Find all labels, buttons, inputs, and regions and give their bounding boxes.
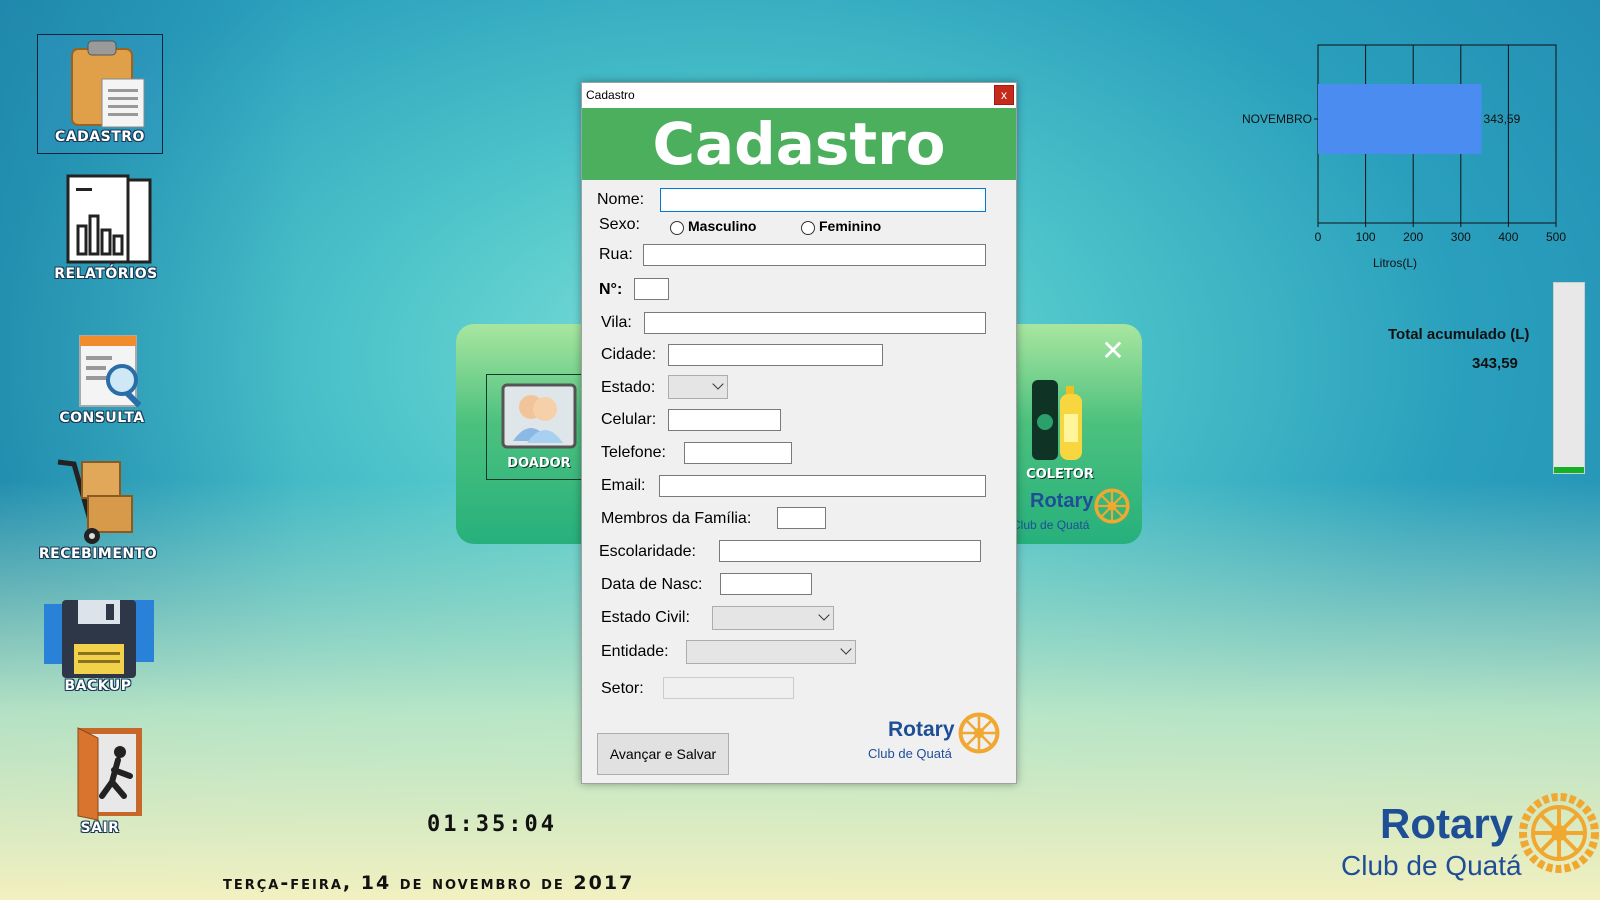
cidade-input[interactable]	[668, 344, 883, 366]
rotary-logo-name: Rotary	[1380, 800, 1514, 847]
panel-rotary-name: Rotary	[1030, 490, 1094, 512]
chart-category-label: NOVEMBRO	[1242, 112, 1312, 126]
date-display: terça-feira, 14 de novembro de 2017	[223, 872, 635, 894]
cidade-label: Cidade:	[601, 346, 657, 363]
chart-bar-novembro	[1318, 84, 1482, 154]
estado-civil-select[interactable]	[712, 606, 834, 630]
telefone-label: Telefone:	[601, 444, 666, 461]
desktop-icon-label: CADASTRO	[55, 129, 145, 145]
close-icon[interactable]: x	[994, 85, 1014, 105]
nome-input[interactable]	[660, 188, 986, 212]
escolaridade-label: Escolaridade:	[599, 543, 696, 560]
chart-x-tick-label: 100	[1356, 230, 1376, 244]
entidade-select[interactable]	[686, 640, 856, 664]
setor-label: Setor:	[601, 680, 644, 697]
estado-label: Estado:	[601, 379, 656, 396]
feminino-radio[interactable]	[801, 221, 815, 235]
rua-label: Rua:	[599, 246, 633, 263]
celular-label: Celular:	[601, 411, 657, 428]
rotary-logo: Rotary Club de Quatá	[1340, 790, 1600, 900]
desktop-icon-consulta[interactable]: CONSULTA	[40, 330, 164, 426]
numero-input[interactable]	[634, 278, 669, 300]
chart-x-tick-label: 200	[1403, 230, 1423, 244]
nome-label: Nome:	[597, 191, 645, 208]
masculino-radio[interactable]	[670, 221, 684, 235]
desktop-icon-sair[interactable]: SAIR	[38, 726, 162, 836]
desktop-icon-recebimento[interactable]: RECEBIMENTO	[36, 452, 160, 562]
clock: 01:35:04	[427, 812, 557, 837]
dialog-rotary-logo: Rotary Club de Quatá	[868, 712, 1008, 778]
dialog-window-title: Cadastro	[586, 88, 635, 102]
setor-input[interactable]	[663, 677, 794, 699]
total-accumulated-value: 343,59	[1472, 355, 1518, 372]
rua-input[interactable]	[643, 244, 986, 266]
estado-civil-label: Estado Civil:	[601, 609, 690, 626]
monthly-liters-chart: NOVEMBRO 343,59 0 100 200 300 400 500 Litros(…	[1242, 44, 1566, 270]
exit-door-icon	[50, 726, 150, 822]
chart-x-axis-label: Litros(L)	[1373, 256, 1417, 270]
chart-x-tick-label: 300	[1451, 230, 1471, 244]
rotary-wheel-icon	[1094, 488, 1130, 524]
dialog-rotary-club: Club de Quatá	[868, 746, 952, 761]
donor-icon	[501, 383, 577, 449]
panel-close-button[interactable]: ✕	[1100, 337, 1126, 365]
chart-x-tick-label: 0	[1315, 230, 1322, 244]
total-gauge	[1553, 282, 1585, 474]
telefone-input[interactable]	[684, 442, 792, 464]
coletor-button[interactable]: COLETOR	[1010, 376, 1110, 486]
avancar-salvar-button[interactable]: Avançar e Salvar	[597, 733, 729, 775]
desktop-icon-label: CONSULTA	[59, 410, 145, 426]
desktop-icon-cadastro[interactable]: CADASTRO	[37, 34, 163, 154]
nascimento-label: Data de Nasc:	[601, 576, 703, 593]
membros-input[interactable]	[777, 507, 826, 529]
oil-bottles-icon	[1032, 380, 1082, 460]
rotary-wheel-icon	[958, 712, 1000, 754]
desktop-icon-relatorios[interactable]: RELATÓRIOS	[44, 172, 168, 282]
desktop-icon-label: RECEBIMENTO	[38, 546, 158, 562]
feminino-label: Feminino	[819, 218, 882, 234]
email-input[interactable]	[659, 475, 986, 497]
numero-label: N°:	[599, 281, 623, 298]
dialog-titlebar: Cadastro x	[582, 83, 1016, 108]
desktop-icon-backup[interactable]: BACKUP	[36, 596, 160, 694]
doador-button[interactable]: DOADOR	[486, 374, 592, 480]
doador-label: DOADOR	[507, 456, 571, 471]
chevron-down-icon	[818, 609, 830, 621]
search-document-icon	[52, 330, 152, 412]
rotary-wheel-icon	[1519, 793, 1599, 873]
masculino-label: Masculino	[688, 218, 757, 234]
membros-label: Membros da Família:	[601, 510, 752, 527]
dialog-banner: Cadastro	[582, 108, 1016, 180]
vila-input[interactable]	[644, 312, 986, 334]
chart-x-tick-label: 400	[1498, 230, 1518, 244]
vila-label: Vila:	[601, 314, 632, 331]
floppy-disk-icon	[38, 596, 158, 680]
chevron-down-icon	[840, 643, 852, 655]
desktop-icon-label: SAIR	[80, 820, 120, 836]
total-accumulated-label: Total acumulado (L)	[1388, 326, 1530, 343]
chevron-down-icon	[712, 378, 724, 390]
rotary-logo-club: Club de Quatá	[1341, 850, 1522, 881]
nascimento-input[interactable]	[720, 573, 812, 595]
chart-data-label: 343,59	[1484, 112, 1521, 126]
total-gauge-fill	[1554, 467, 1584, 473]
report-chart-icon	[56, 172, 156, 268]
desktop-icon-label: BACKUP	[64, 678, 132, 694]
dialog-rotary-name: Rotary	[888, 718, 955, 741]
sexo-label: Sexo:	[599, 216, 640, 233]
entidade-label: Entidade:	[601, 643, 669, 660]
panel-rotary-logo: Rotary Club de Quatá	[1012, 488, 1132, 538]
escolaridade-input[interactable]	[719, 540, 981, 562]
desktop-icon-label: RELATÓRIOS	[54, 266, 158, 282]
chart-x-tick-label: 500	[1546, 230, 1566, 244]
clipboard-icon	[50, 35, 150, 131]
coletor-label: COLETOR	[1026, 467, 1094, 482]
hand-truck-icon	[48, 452, 148, 548]
estado-select[interactable]	[668, 375, 728, 399]
celular-input[interactable]	[668, 409, 781, 431]
email-label: Email:	[601, 477, 646, 494]
cadastro-dialog: Cadastro x Cadastro Nome: Sexo: Masculin…	[581, 82, 1017, 784]
panel-rotary-club: Club de Quatá	[1012, 518, 1090, 532]
